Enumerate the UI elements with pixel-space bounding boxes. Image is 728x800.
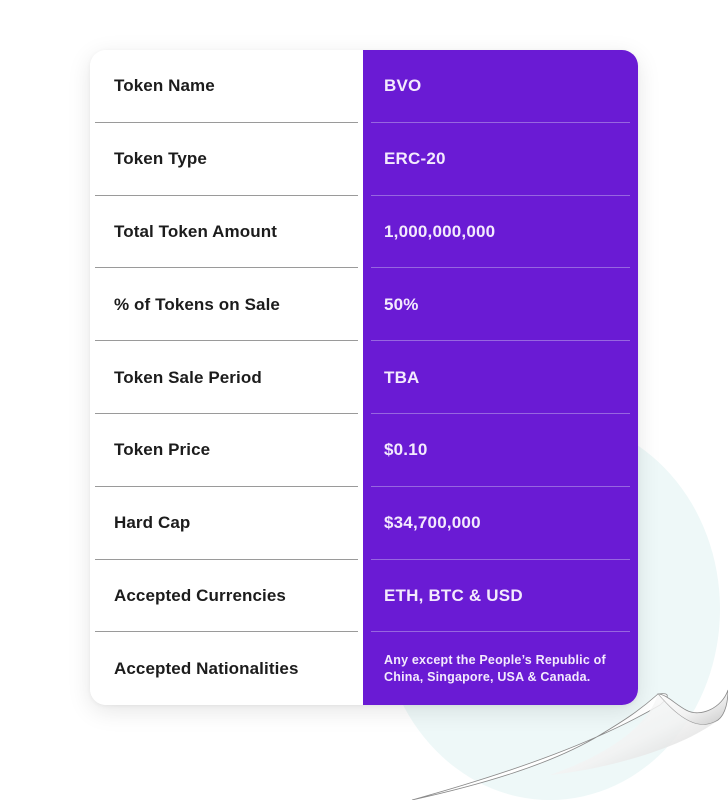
table-row: % of Tokens on Sale	[90, 268, 363, 341]
accepted-nationalities-value: Any except the People’s Republic of Chin…	[384, 652, 606, 684]
total-token-amount-label: Total Token Amount	[114, 221, 277, 241]
table-row: Accepted Nationalities	[90, 632, 363, 705]
token-sale-period-label: Token Sale Period	[114, 367, 262, 387]
table-row: Token Name	[90, 50, 363, 123]
accepted-currencies-label: Accepted Currencies	[114, 585, 286, 605]
table-row: Any except the People’s Republic of Chin…	[363, 632, 638, 705]
token-details-card: Token Name Token Type Total Token Amount…	[90, 50, 638, 705]
accepted-currencies-value: ETH, BTC & USD	[384, 585, 523, 605]
total-token-amount-value: 1,000,000,000	[384, 221, 496, 241]
table-row: Token Price	[90, 414, 363, 487]
token-type-value: ERC-20	[384, 149, 446, 169]
hard-cap-label: Hard Cap	[114, 513, 191, 533]
token-price-value: $0.10	[384, 440, 428, 460]
tokens-on-sale-value: 50%	[384, 294, 419, 314]
token-name-value: BVO	[384, 76, 422, 96]
tokens-on-sale-label: % of Tokens on Sale	[114, 294, 280, 314]
labels-column: Token Name Token Type Total Token Amount…	[90, 50, 363, 705]
hard-cap-value: $34,700,000	[384, 513, 481, 533]
token-name-label: Token Name	[114, 76, 215, 96]
token-price-label: Token Price	[114, 440, 211, 460]
table-row: 1,000,000,000	[363, 196, 638, 269]
table-row: Total Token Amount	[90, 196, 363, 269]
table-row: 50%	[363, 268, 638, 341]
table-row: $0.10	[363, 414, 638, 487]
table-row: ERC-20	[363, 123, 638, 196]
table-row: Token Sale Period	[90, 341, 363, 414]
token-type-label: Token Type	[114, 149, 207, 169]
table-row: Hard Cap	[90, 487, 363, 560]
table-row: $34,700,000	[363, 487, 638, 560]
accepted-nationalities-label: Accepted Nationalities	[114, 658, 299, 678]
table-row: Accepted Currencies	[90, 560, 363, 633]
table-row: ETH, BTC & USD	[363, 560, 638, 633]
token-sale-period-value: TBA	[384, 367, 420, 387]
values-column: BVO ERC-20 1,000,000,000 50% TBA $0.10 $…	[363, 50, 638, 705]
table-row: Token Type	[90, 123, 363, 196]
table-row: TBA	[363, 341, 638, 414]
table-row: BVO	[363, 50, 638, 123]
